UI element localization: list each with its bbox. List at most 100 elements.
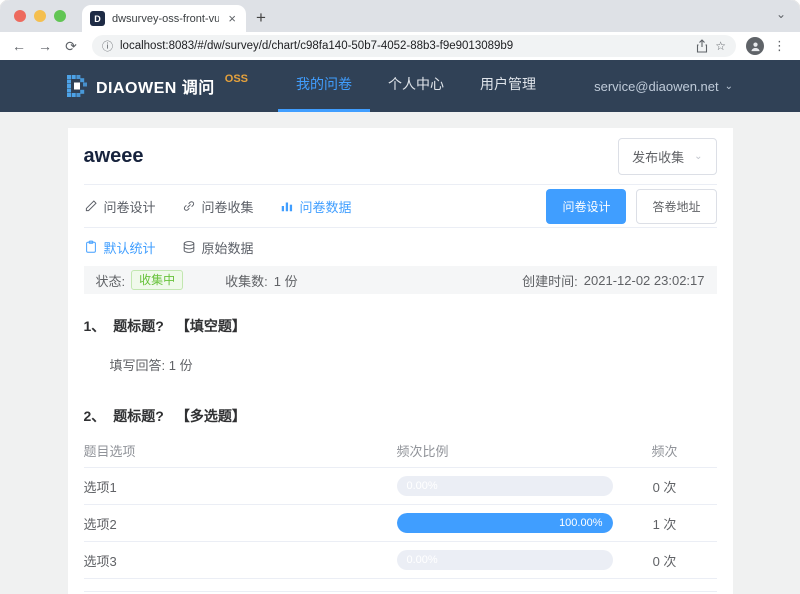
question-type: 【填空题】 bbox=[175, 318, 246, 334]
table-row: 选项3 0.00% 0 次 bbox=[83, 542, 717, 579]
survey-card: aweee 发布收集 ⌄ 问卷设计 问卷收集 问卷数据 问卷设计 答卷地址 默认… bbox=[67, 128, 733, 594]
brand-name: DIAOWEN 调问 bbox=[96, 80, 215, 97]
tab-survey-collect[interactable]: 问卷收集 bbox=[182, 197, 254, 216]
col-header-option: 题目选项 bbox=[83, 444, 136, 459]
survey-title: aweee bbox=[83, 144, 144, 167]
tab-title: dwsurvey-oss-front-vue bbox=[112, 12, 220, 25]
zoom-window-button[interactable] bbox=[54, 10, 66, 22]
status-label: 状态: bbox=[95, 273, 126, 289]
minimize-window-button[interactable] bbox=[34, 10, 46, 22]
clipboard-icon bbox=[85, 240, 96, 253]
subtab-default-stats[interactable]: 默认统计 bbox=[84, 238, 156, 257]
publish-chevron-down-icon: ⌄ bbox=[694, 150, 703, 162]
tab-label: 问卷收集 bbox=[201, 199, 254, 215]
close-window-button[interactable] bbox=[14, 10, 26, 22]
survey-status-bar: 状态: 收集中 收集数: 1 份 创建时间: 2021-12-02 23:02:… bbox=[83, 266, 717, 294]
nav-item-personal-center[interactable]: 个人中心 bbox=[370, 60, 462, 112]
diaowen-logo-icon bbox=[67, 75, 87, 97]
option-stats-table: 题目选项 频次比例 频次 选项1 0.00% 0 次 选项2 100.00% 1… bbox=[83, 434, 717, 579]
nav-item-my-surveys[interactable]: 我的问卷 bbox=[278, 60, 371, 112]
publish-collect-dropdown[interactable]: 发布收集 ⌄ bbox=[618, 137, 717, 175]
brand-logo[interactable]: DIAOWEN 调问 OSS bbox=[67, 73, 249, 98]
collect-count-label: 收集数: bbox=[225, 273, 268, 289]
option-count: 0 次 bbox=[652, 479, 677, 495]
bar-chart-icon bbox=[281, 202, 292, 212]
progress-bar: 100.00% bbox=[396, 513, 613, 533]
col-header-count: 频次 bbox=[651, 444, 678, 459]
survey-actions: 问卷设计 答卷地址 bbox=[546, 188, 717, 224]
survey-function-tabs: 问卷设计 问卷收集 问卷数据 问卷设计 答卷地址 bbox=[83, 185, 717, 228]
table-row: 选项2 100.00% 1 次 bbox=[83, 505, 717, 542]
option-label: 选项1 bbox=[83, 479, 117, 495]
question-index: 2、 bbox=[83, 408, 106, 424]
progress-percent: 100.00% bbox=[559, 517, 603, 529]
forward-icon[interactable]: → bbox=[34, 38, 56, 54]
subtab-raw-data[interactable]: 原始数据 bbox=[182, 238, 254, 257]
subtab-label: 原始数据 bbox=[201, 240, 254, 256]
tab-survey-design[interactable]: 问卷设计 bbox=[84, 197, 156, 216]
tab-label: 问卷设计 bbox=[103, 199, 156, 215]
question-index: 1、 bbox=[83, 318, 106, 334]
answer-label: 填写回答: bbox=[109, 358, 166, 373]
collect-count-value: 1 份 bbox=[273, 273, 298, 289]
url-text[interactable]: localhost:8083/#/dw/survey/d/chart/c98fa… bbox=[120, 40, 689, 52]
progress-percent: 0.00% bbox=[406, 480, 438, 492]
survey-title-row: aweee 发布收集 ⌄ bbox=[83, 128, 717, 185]
profile-avatar[interactable] bbox=[746, 37, 764, 55]
table-header-row: 题目选项 频次比例 频次 bbox=[83, 434, 717, 468]
question-1-answer: 填写回答: 1 份 bbox=[110, 355, 717, 374]
account-email: service@diaowen.net bbox=[594, 78, 719, 94]
share-icon[interactable] bbox=[696, 39, 708, 53]
pencil-icon bbox=[85, 200, 97, 212]
nav-item-user-management[interactable]: 用户管理 bbox=[462, 60, 554, 112]
browser-toolbar: ← → ⟳ ⓘ localhost:8083/#/dw/survey/d/cha… bbox=[0, 32, 800, 60]
site-info-icon[interactable]: ⓘ bbox=[102, 38, 113, 54]
new-tab-button[interactable]: + bbox=[256, 8, 266, 28]
col-header-ratio: 频次比例 bbox=[396, 444, 449, 459]
table-row: 选项1 0.00% 0 次 bbox=[83, 468, 717, 505]
option-label: 选项3 bbox=[83, 553, 117, 569]
tab-survey-data[interactable]: 问卷数据 bbox=[280, 197, 352, 216]
survey-design-button[interactable]: 问卷设计 bbox=[546, 188, 627, 224]
publish-collect-label: 发布收集 bbox=[632, 149, 685, 165]
answer-url-button[interactable]: 答卷地址 bbox=[636, 188, 717, 224]
link-icon bbox=[183, 201, 194, 211]
browser-menu-icon[interactable]: ⋮ bbox=[768, 38, 792, 54]
question-type: 【多选题】 bbox=[175, 408, 246, 424]
option-count: 1 次 bbox=[652, 516, 677, 532]
browser-tab-strip: D dwsurvey-oss-front-vue × + ⌄ bbox=[0, 0, 800, 32]
favicon: D bbox=[90, 11, 105, 26]
browser-window: D dwsurvey-oss-front-vue × + ⌄ ← → ⟳ ⓘ l… bbox=[0, 0, 800, 594]
question-1-heading: 1、 题标题? 【填空题】 bbox=[84, 316, 717, 336]
tab-label: 问卷数据 bbox=[299, 199, 352, 215]
created-time-value: 2021-12-02 23:02:17 bbox=[583, 272, 705, 288]
progress-bar: 0.00% bbox=[396, 476, 613, 496]
progress-bar: 0.00% bbox=[396, 550, 613, 570]
data-subtabs: 默认统计 原始数据 bbox=[84, 228, 717, 266]
option-label: 选项2 bbox=[83, 516, 117, 532]
database-icon bbox=[183, 241, 194, 253]
app-header: DIAOWEN 调问 OSS 我的问卷 个人中心 用户管理 service@di… bbox=[0, 60, 800, 112]
tab-overview-chevron-icon[interactable]: ⌄ bbox=[776, 7, 786, 21]
back-icon[interactable]: ← bbox=[8, 38, 30, 54]
browser-tab[interactable]: D dwsurvey-oss-front-vue × bbox=[82, 5, 246, 32]
person-icon bbox=[750, 42, 760, 51]
address-bar[interactable]: ⓘ localhost:8083/#/dw/survey/d/chart/c98… bbox=[92, 35, 736, 57]
tab-close-icon[interactable]: × bbox=[226, 11, 238, 26]
bookmark-star-icon[interactable]: ☆ bbox=[715, 39, 726, 53]
window-controls bbox=[0, 0, 80, 32]
question-2-heading: 2、 题标题? 【多选题】 bbox=[84, 406, 717, 426]
option-count: 0 次 bbox=[652, 553, 677, 569]
subtab-label: 默认统计 bbox=[103, 240, 156, 256]
page-background: aweee 发布收集 ⌄ 问卷设计 问卷收集 问卷数据 问卷设计 答卷地址 默认… bbox=[0, 112, 800, 594]
answer-value: 1 份 bbox=[168, 358, 193, 373]
created-time-label: 创建时间: bbox=[522, 273, 578, 289]
main-nav: 我的问卷 个人中心 用户管理 bbox=[278, 60, 554, 112]
account-menu[interactable]: service@diaowen.net ⌄ bbox=[594, 79, 733, 94]
question-title: 题标题? bbox=[113, 318, 164, 334]
brand-oss-badge: OSS bbox=[224, 73, 249, 85]
account-chevron-down-icon: ⌄ bbox=[724, 80, 733, 92]
progress-percent: 0.00% bbox=[406, 554, 438, 566]
reload-icon[interactable]: ⟳ bbox=[60, 38, 82, 55]
question-title: 题标题? bbox=[113, 408, 164, 424]
